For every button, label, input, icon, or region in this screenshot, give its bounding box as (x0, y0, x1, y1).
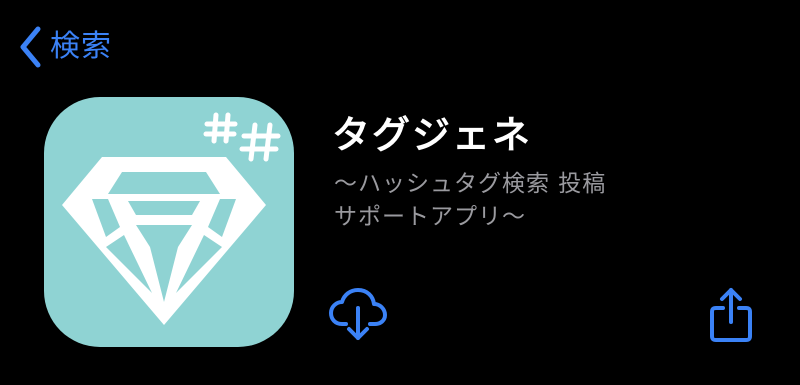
app-title: タグジェネ (332, 113, 533, 157)
back-button-label: 検索 (50, 29, 112, 64)
chevron-left-icon (18, 25, 42, 69)
app-store-page: 検索 タグジェネ 〜ハッシュタグ検索 投稿 サポートアプリ〜 (0, 0, 800, 385)
app-subtitle-line-2: サポートアプリ〜 (334, 204, 526, 230)
download-button[interactable] (328, 286, 388, 342)
share-button[interactable] (708, 286, 754, 342)
app-subtitle-line-1: 〜ハッシュタグ検索 投稿 (334, 171, 607, 197)
cloud-download-icon (328, 286, 388, 342)
hashtag-icon (203, 112, 281, 162)
diamond-icon (62, 157, 266, 325)
back-button[interactable]: 検索 (18, 22, 112, 72)
app-subtitle: 〜ハッシュタグ検索 投稿 サポートアプリ〜 (334, 168, 754, 234)
share-icon (708, 286, 754, 342)
app-icon (44, 97, 294, 347)
